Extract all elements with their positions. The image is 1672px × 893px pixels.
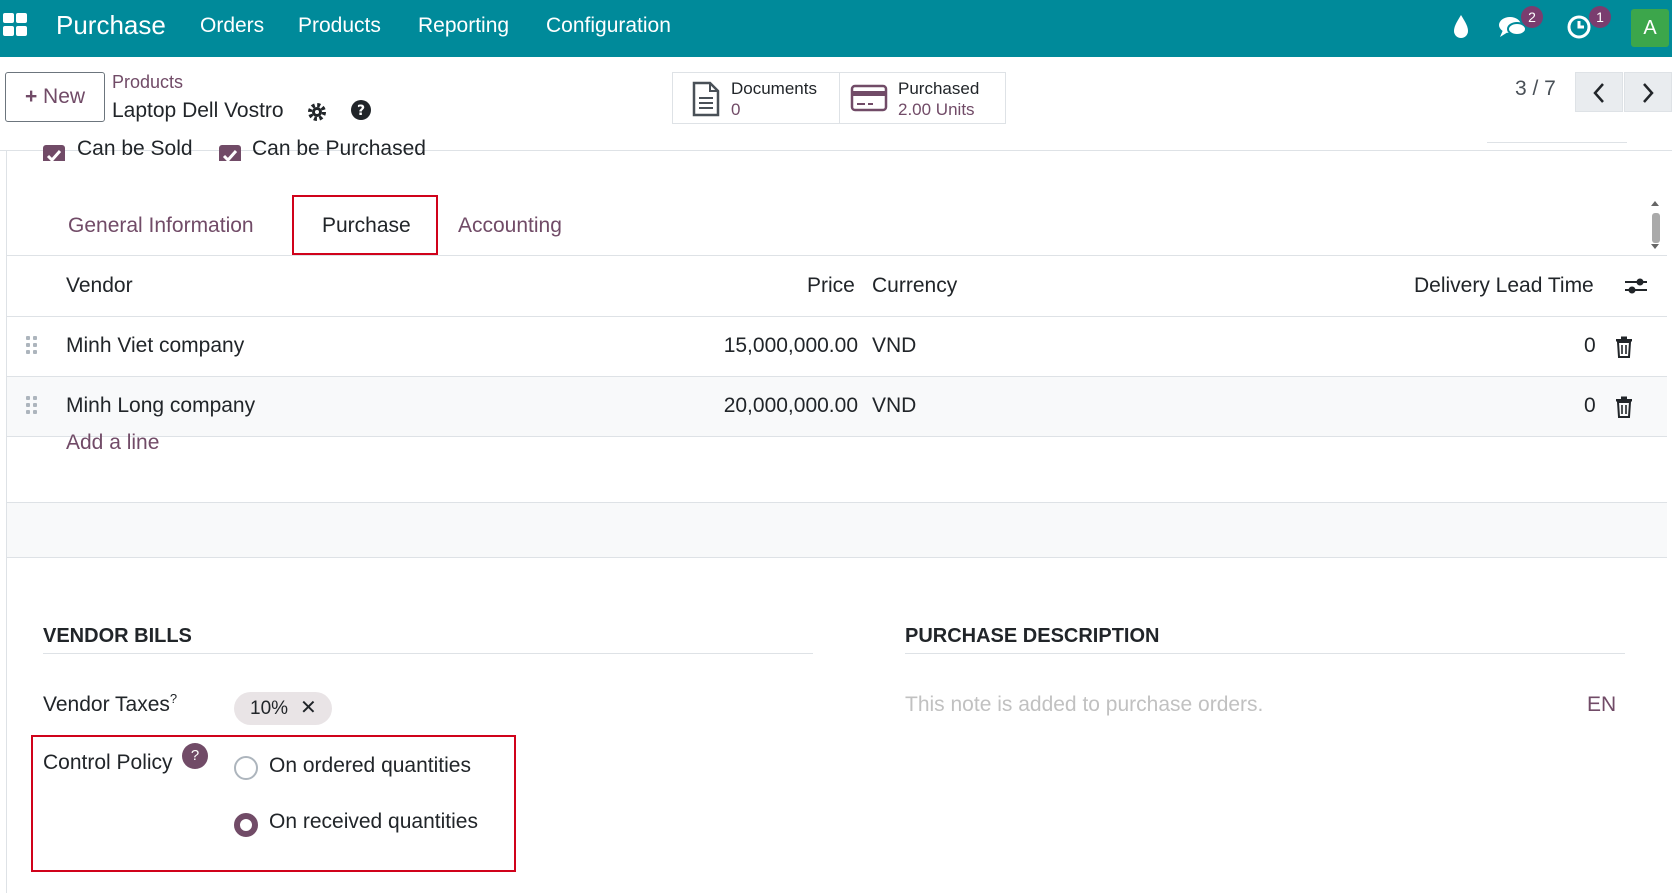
- currency-cell[interactable]: VND: [872, 334, 916, 358]
- translate-language-button[interactable]: EN: [1587, 693, 1616, 717]
- trash-icon[interactable]: [1615, 396, 1635, 418]
- add-a-line-link[interactable]: Add a line: [66, 431, 159, 455]
- debug-drop-icon[interactable]: [1449, 12, 1481, 44]
- currency-cell[interactable]: VND: [872, 394, 916, 418]
- documents-label: Documents: [731, 79, 817, 98]
- vendor-taxes-label: Vendor Taxes?: [43, 691, 177, 717]
- vendor-cell[interactable]: Minh Long company: [66, 394, 255, 418]
- lead-time-cell[interactable]: 0: [1584, 394, 1596, 418]
- optional-columns-sliders-icon[interactable]: [1623, 275, 1649, 297]
- credit-card-icon: [850, 84, 888, 112]
- user-avatar[interactable]: A: [1631, 9, 1669, 47]
- apps-menu-icon[interactable]: [0, 12, 30, 42]
- purchase-description-title: PURCHASE DESCRIPTION: [905, 625, 1160, 647]
- purchased-smart-button[interactable]: Purchased 2.00 Units: [839, 72, 1006, 124]
- activity-clock-icon[interactable]: 1: [1565, 6, 1611, 44]
- vendor-bills-title: VENDOR BILLS: [43, 625, 192, 647]
- product-options: Can be Sold Can be Purchased: [7, 137, 1667, 161]
- table-row[interactable]: Minh Viet company 15,000,000.00 VND 0: [7, 317, 1667, 376]
- tax-tag-label: 10%: [250, 698, 289, 719]
- vendor-cell[interactable]: Minh Viet company: [66, 334, 244, 358]
- menu-reporting[interactable]: Reporting: [418, 14, 509, 38]
- chevron-left-icon: [1593, 83, 1604, 103]
- table-row[interactable]: Minh Long company 20,000,000.00 VND 0: [7, 377, 1667, 436]
- vendor-taxes-help[interactable]: ?: [170, 691, 177, 706]
- checkmark-icon: [222, 150, 238, 161]
- trash-icon[interactable]: [1615, 336, 1635, 358]
- drag-handle-icon[interactable]: [26, 396, 40, 418]
- purchased-value: 2.00 Units: [898, 100, 975, 119]
- price-cell[interactable]: 15,000,000.00: [658, 334, 858, 358]
- lead-time-cell[interactable]: 0: [1584, 334, 1596, 358]
- record-title: Laptop Dell Vostro: [112, 99, 284, 122]
- column-header-price[interactable]: Price: [807, 274, 855, 298]
- tax-tag[interactable]: 10% ✕: [234, 692, 332, 725]
- document-icon: [692, 81, 720, 117]
- top-navbar: Purchase Orders Products Reporting Confi…: [0, 0, 1672, 57]
- column-header-delivery-lead-time[interactable]: Delivery Lead Time: [1414, 274, 1594, 298]
- remove-tag-x-icon[interactable]: ✕: [300, 692, 317, 725]
- documents-count: 0: [731, 100, 741, 119]
- drag-handle-icon[interactable]: [26, 336, 40, 358]
- checkmark-icon: [46, 150, 62, 161]
- radio-ordered-quantities[interactable]: [234, 756, 258, 780]
- form-sheet: Can be Sold Can be Purchased General Inf…: [6, 137, 1667, 893]
- price-cell[interactable]: 20,000,000.00: [658, 394, 858, 418]
- menu-configuration[interactable]: Configuration: [546, 14, 671, 38]
- scrollbar-thumb[interactable]: [1652, 213, 1660, 243]
- messages-icon[interactable]: 2: [1497, 6, 1543, 44]
- menu-orders[interactable]: Orders: [200, 14, 264, 38]
- new-button-label: New: [43, 85, 86, 108]
- tab-purchase-label: Purchase: [322, 214, 411, 237]
- can-be-purchased-checkbox[interactable]: [219, 145, 241, 161]
- table-footer: [7, 502, 1667, 558]
- breadcrumb-products[interactable]: Products: [112, 72, 183, 93]
- can-be-sold-checkbox[interactable]: [43, 145, 65, 161]
- app-name[interactable]: Purchase: [56, 10, 166, 41]
- purchased-label: Purchased: [898, 79, 980, 98]
- svg-text:?: ?: [357, 103, 365, 119]
- column-header-vendor[interactable]: Vendor: [66, 274, 133, 298]
- documents-smart-button[interactable]: Documents 0: [672, 72, 840, 124]
- gear-icon[interactable]: [306, 101, 330, 125]
- pager-next-button[interactable]: [1624, 72, 1672, 112]
- pager-previous-button[interactable]: [1575, 72, 1623, 112]
- vendor-taxes-text: Vendor Taxes: [43, 693, 170, 716]
- can-be-purchased-label: Can be Purchased: [252, 137, 426, 160]
- tab-accounting[interactable]: Accounting: [458, 214, 562, 238]
- activities-badge: 1: [1589, 6, 1611, 28]
- messages-badge: 2: [1521, 6, 1543, 28]
- radio-received-quantities[interactable]: [234, 813, 258, 837]
- chevron-right-icon: [1643, 83, 1654, 103]
- can-be-sold-label: Can be Sold: [77, 137, 193, 160]
- tab-general-information[interactable]: General Information: [68, 214, 254, 238]
- pager-value[interactable]: 3 / 7: [1515, 77, 1556, 101]
- ordered-quantities-label[interactable]: On ordered quantities: [269, 754, 471, 778]
- menu-products[interactable]: Products: [298, 14, 381, 38]
- column-header-currency[interactable]: Currency: [872, 274, 957, 298]
- control-policy-label: Control Policy: [43, 751, 173, 774]
- help-circle-icon[interactable]: ?: [350, 99, 374, 123]
- control-policy-help-icon[interactable]: ?: [182, 743, 208, 769]
- purchase-description-input[interactable]: This note is added to purchase orders.: [905, 693, 1263, 717]
- tab-purchase[interactable]: Purchase: [292, 195, 438, 255]
- new-button[interactable]: + New: [5, 72, 105, 122]
- tabs-divider: [7, 255, 1667, 256]
- received-quantities-label[interactable]: On received quantities: [269, 810, 478, 834]
